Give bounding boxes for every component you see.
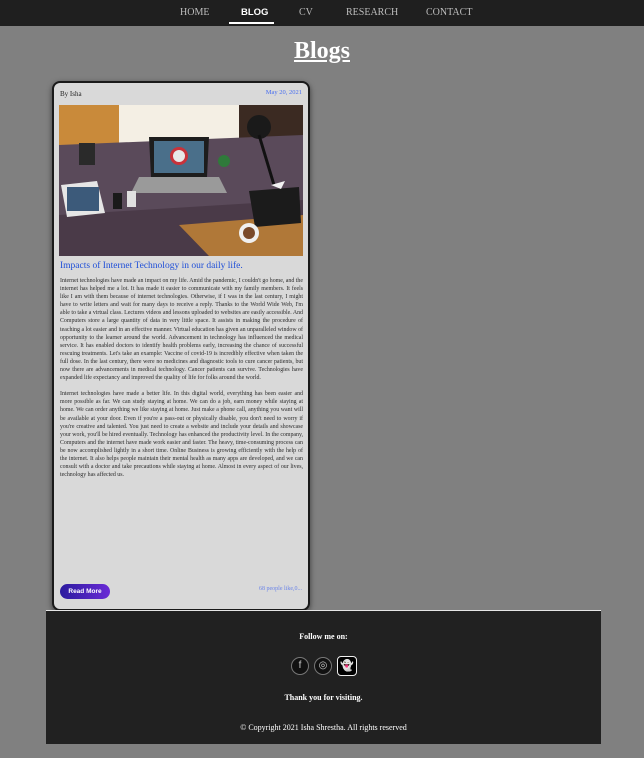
thanks-message: Thank you for visiting. <box>284 693 363 702</box>
nav-cv-link[interactable]: CV <box>299 0 313 26</box>
active-nav-underline <box>229 22 274 24</box>
nav-home-link[interactable]: HOME <box>180 0 209 26</box>
facebook-icon[interactable]: f <box>291 657 309 675</box>
page-title: Blogs <box>293 38 350 64</box>
post-title-link[interactable]: Impacts of Internet Technology in our da… <box>60 261 243 271</box>
follow-label: Follow me on: <box>299 632 348 641</box>
desk-photo-illustration <box>59 105 303 256</box>
nav-contact-link[interactable]: CONTACT <box>426 0 472 26</box>
blog-post-card: By Isha May 20, 2021 Impacts of Internet… <box>52 81 310 611</box>
likes-count: 68 people like,0... <box>259 586 302 592</box>
read-more-button[interactable]: Read More <box>60 584 110 599</box>
post-image <box>59 105 303 256</box>
post-paragraph: Internet technologies have made a better… <box>60 391 303 479</box>
post-author: By Isha <box>60 90 82 98</box>
post-paragraph: Internet technologies have made an impac… <box>60 278 303 382</box>
snapchat-icon[interactable]: 👻 <box>337 656 357 676</box>
site-footer: Follow me on: f ◎ 👻 Thank you for visiti… <box>46 610 601 744</box>
copyright-text: © Copyright 2021 Isha Shrestha. All righ… <box>240 723 407 732</box>
instagram-icon[interactable]: ◎ <box>314 657 332 675</box>
top-navbar: HOME BLOG CV RESEARCH CONTACT <box>0 0 644 26</box>
post-body: Internet technologies have made an impac… <box>60 277 303 487</box>
nav-research-link[interactable]: RESEARCH <box>346 0 398 26</box>
post-date: May 20, 2021 <box>265 89 302 96</box>
